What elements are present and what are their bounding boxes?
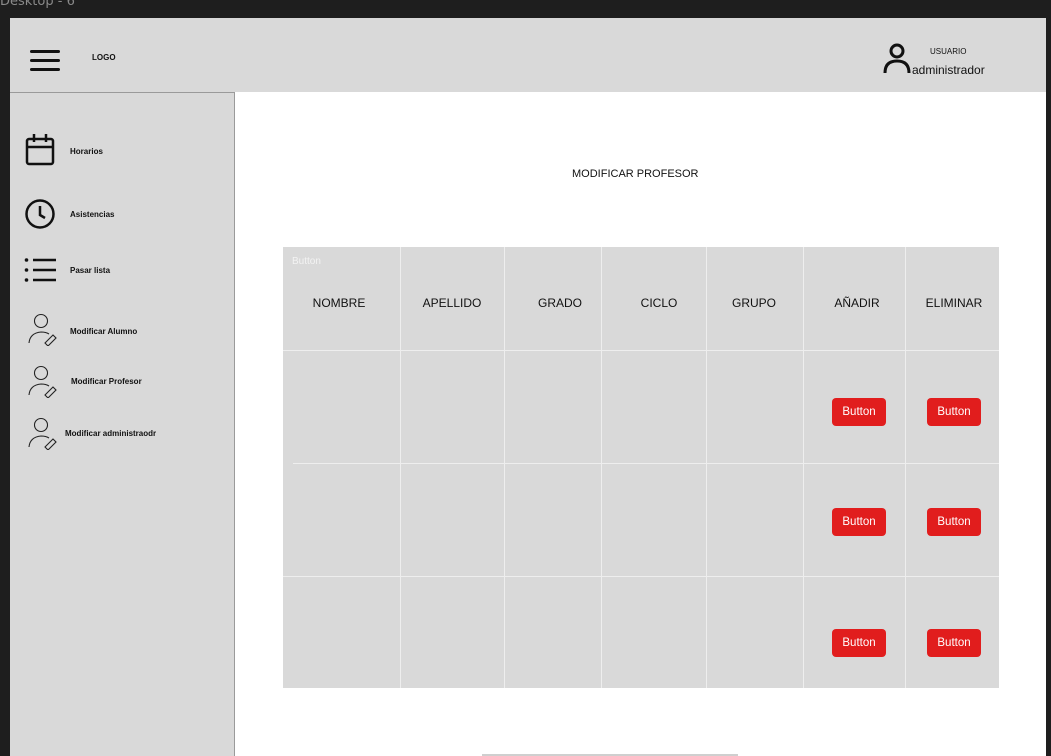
- user-role-label: USUARIO: [930, 47, 967, 56]
- sidebar-item-label: Asistencias: [70, 210, 115, 219]
- menu-icon[interactable]: [30, 50, 60, 71]
- frame-label: Desktop - 6: [0, 0, 75, 9]
- sidebar-item-label: Pasar lista: [70, 266, 111, 275]
- add-button[interactable]: Button: [832, 508, 886, 536]
- sidebar-item-label: Modificar Alumno: [70, 327, 138, 336]
- column-header-ciclo: CICLO: [640, 296, 678, 310]
- column-header-grado: GRADO: [537, 296, 583, 310]
- column-divider: [706, 247, 707, 688]
- sidebar-item-pasar-lista[interactable]: Pasar lista: [10, 257, 234, 293]
- user-name-label: administrador: [912, 63, 985, 77]
- calendar-icon: [25, 134, 55, 166]
- logo: LOGO: [92, 53, 116, 62]
- sidebar-item-label: Modificar Profesor: [71, 377, 142, 386]
- top-header: LOGO USUARIO administrador: [10, 18, 1046, 92]
- add-button[interactable]: Button: [832, 629, 886, 657]
- clock-icon: [25, 199, 55, 229]
- column-divider: [504, 247, 505, 688]
- row-divider: [283, 576, 999, 577]
- column-divider: [601, 247, 602, 688]
- column-header-eliminar: ELIMINAR: [925, 296, 983, 310]
- user-edit-icon: [28, 313, 57, 346]
- add-button[interactable]: Button: [832, 398, 886, 426]
- sidebar-item-label: Horarios: [70, 147, 103, 156]
- column-header-grupo: GRUPO: [731, 296, 777, 310]
- sidebar-item-label: Modificar administraodr: [65, 429, 157, 438]
- sidebar-item-modificar-administrador[interactable]: Modificar administraodr: [10, 416, 234, 452]
- column-header-nombre: NOMBRE: [312, 296, 366, 310]
- sidebar-item-modificar-profesor[interactable]: Modificar Profesor: [10, 364, 234, 400]
- column-divider: [803, 247, 804, 688]
- app-frame: LOGO USUARIO administrador Horarios Asis…: [10, 18, 1046, 756]
- sidebar-item-asistencias[interactable]: Asistencias: [10, 198, 234, 234]
- user-icon[interactable]: [882, 42, 912, 76]
- page-title: MODIFICAR PROFESOR: [572, 168, 699, 180]
- user-edit-icon: [28, 365, 57, 398]
- column-divider: [400, 247, 401, 688]
- column-header-apellido: APELLIDO: [422, 296, 482, 310]
- sidebar: Horarios Asistencias Pasar lista Modific…: [10, 92, 235, 756]
- delete-button[interactable]: Button: [927, 629, 981, 657]
- teachers-table: Button NOMBRE APELLIDO GRADO CICLO GRUPO…: [283, 247, 999, 688]
- sidebar-item-horarios[interactable]: Horarios: [10, 133, 234, 169]
- ghost-button[interactable]: Button: [292, 256, 321, 267]
- delete-button[interactable]: Button: [927, 398, 981, 426]
- row-divider: [293, 463, 999, 464]
- list-icon: [24, 258, 56, 282]
- column-header-anadir: AÑADIR: [834, 296, 880, 310]
- row-divider: [283, 350, 999, 351]
- delete-button[interactable]: Button: [927, 508, 981, 536]
- column-divider: [905, 247, 906, 688]
- user-edit-icon: [28, 417, 57, 450]
- sidebar-item-modificar-alumno[interactable]: Modificar Alumno: [10, 312, 234, 348]
